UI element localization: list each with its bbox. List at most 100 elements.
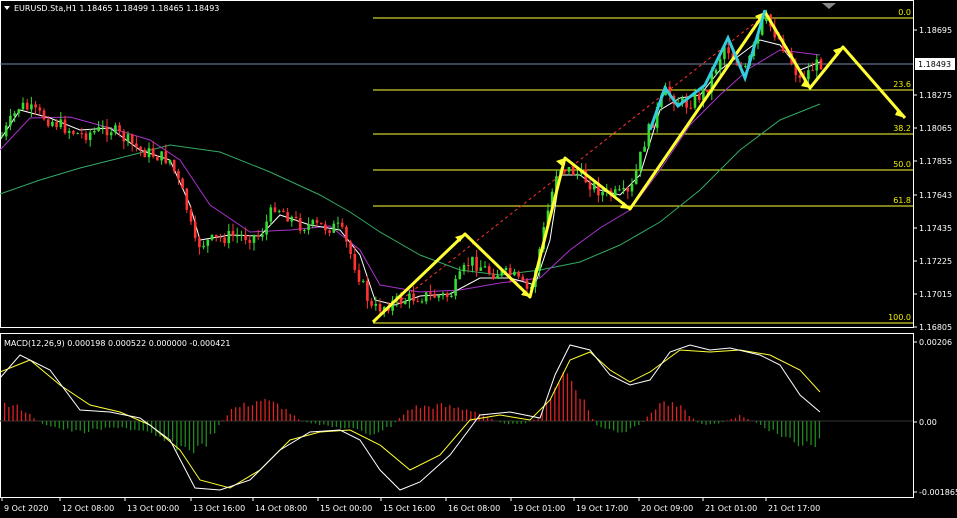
candle-body[interactable] bbox=[282, 210, 285, 213]
candle-body[interactable] bbox=[156, 156, 159, 161]
candle-body[interactable] bbox=[403, 301, 407, 304]
candle-body[interactable] bbox=[357, 269, 361, 282]
candle-body[interactable] bbox=[811, 70, 814, 72]
candle-body[interactable] bbox=[588, 182, 592, 190]
triangle-down-icon[interactable] bbox=[4, 6, 10, 10]
candle-body[interactable] bbox=[252, 235, 256, 243]
candle-body[interactable] bbox=[311, 220, 315, 225]
candle-body[interactable] bbox=[135, 143, 138, 147]
candle-body[interactable] bbox=[55, 121, 58, 128]
candle-body[interactable] bbox=[298, 218, 302, 231]
candle-body[interactable] bbox=[487, 266, 491, 274]
candle-body[interactable] bbox=[408, 293, 411, 302]
candle-body[interactable] bbox=[189, 209, 193, 222]
candle-body[interactable] bbox=[147, 148, 151, 158]
candle-body[interactable] bbox=[303, 229, 306, 231]
candle-body[interactable] bbox=[697, 93, 701, 100]
candle-body[interactable] bbox=[525, 280, 529, 289]
candle-body[interactable] bbox=[622, 188, 625, 190]
candle-body[interactable] bbox=[105, 126, 109, 136]
candle-body[interactable] bbox=[412, 293, 415, 302]
candle-body[interactable] bbox=[630, 184, 634, 192]
candle-body[interactable] bbox=[416, 301, 420, 303]
candle-body[interactable] bbox=[420, 301, 424, 303]
candle-body[interactable] bbox=[718, 59, 722, 70]
candle-body[interactable] bbox=[206, 239, 210, 246]
candle-body[interactable] bbox=[618, 189, 621, 191]
candle-body[interactable] bbox=[46, 119, 50, 126]
candle-body[interactable] bbox=[744, 66, 747, 68]
candle-body[interactable] bbox=[370, 300, 373, 306]
candle-body[interactable] bbox=[25, 102, 29, 110]
candle-body[interactable] bbox=[576, 173, 579, 176]
candle-body[interactable] bbox=[307, 224, 310, 230]
candle-body[interactable] bbox=[202, 245, 205, 248]
candle-body[interactable] bbox=[492, 273, 495, 279]
candle-body[interactable] bbox=[294, 216, 298, 219]
candle-body[interactable] bbox=[261, 234, 264, 237]
candle-body[interactable] bbox=[483, 266, 487, 268]
candle-body[interactable] bbox=[714, 69, 718, 74]
candle-body[interactable] bbox=[219, 236, 222, 238]
candle-body[interactable] bbox=[424, 292, 428, 302]
candle-body[interactable] bbox=[353, 254, 357, 270]
candle-body[interactable] bbox=[441, 293, 445, 296]
candle-body[interactable] bbox=[361, 280, 365, 282]
candle-body[interactable] bbox=[273, 207, 277, 212]
candle-body[interactable] bbox=[227, 230, 231, 244]
candle-body[interactable] bbox=[521, 276, 525, 281]
candle-body[interactable] bbox=[639, 151, 642, 171]
candle-body[interactable] bbox=[429, 292, 432, 294]
candle-body[interactable] bbox=[256, 235, 260, 237]
candle-body[interactable] bbox=[231, 230, 235, 236]
candle-body[interactable] bbox=[30, 104, 33, 110]
candle-body[interactable] bbox=[807, 70, 810, 80]
candle-body[interactable] bbox=[437, 295, 441, 298]
candle-body[interactable] bbox=[13, 113, 16, 116]
candle-body[interactable] bbox=[815, 59, 819, 71]
candle-body[interactable] bbox=[67, 131, 71, 133]
candle-body[interactable] bbox=[563, 169, 567, 172]
candle-body[interactable] bbox=[332, 223, 336, 233]
candle-body[interactable] bbox=[139, 146, 142, 150]
candle-body[interactable] bbox=[185, 188, 189, 210]
candle-body[interactable] bbox=[164, 151, 168, 164]
candle-body[interactable] bbox=[277, 210, 281, 212]
candle-body[interactable] bbox=[235, 235, 239, 237]
candle-body[interactable] bbox=[101, 126, 105, 128]
candle-body[interactable] bbox=[571, 166, 575, 176]
candle-body[interactable] bbox=[193, 221, 197, 239]
candle-body[interactable] bbox=[445, 293, 449, 297]
candle-body[interactable] bbox=[76, 133, 79, 135]
candle-body[interactable] bbox=[269, 207, 273, 222]
candle-body[interactable] bbox=[63, 119, 67, 133]
candle-body[interactable] bbox=[366, 280, 369, 301]
candle-body[interactable] bbox=[42, 110, 46, 120]
candle-body[interactable] bbox=[319, 222, 323, 225]
candle-body[interactable] bbox=[727, 47, 730, 54]
candle-body[interactable] bbox=[454, 278, 457, 296]
candle-body[interactable] bbox=[244, 234, 247, 241]
candle-body[interactable] bbox=[819, 59, 823, 70]
candle-body[interactable] bbox=[689, 107, 693, 109]
candle-body[interactable] bbox=[479, 267, 483, 271]
candle-body[interactable] bbox=[324, 224, 327, 231]
candle-body[interactable] bbox=[130, 134, 134, 144]
candle-body[interactable] bbox=[508, 267, 512, 276]
candle-body[interactable] bbox=[504, 267, 508, 271]
candle-body[interactable] bbox=[93, 130, 96, 133]
candle-body[interactable] bbox=[160, 151, 163, 161]
candlestick-series[interactable] bbox=[0, 9, 823, 317]
candle-body[interactable] bbox=[626, 188, 630, 192]
candle-body[interactable] bbox=[172, 159, 176, 172]
candle-body[interactable] bbox=[240, 234, 243, 236]
candle-body[interactable] bbox=[450, 295, 453, 297]
wave-arrows[interactable] bbox=[371, 10, 907, 324]
candle-body[interactable] bbox=[177, 171, 180, 179]
candle-body[interactable] bbox=[286, 212, 289, 222]
candle-body[interactable] bbox=[471, 256, 474, 266]
candle-body[interactable] bbox=[693, 93, 697, 108]
candle-body[interactable] bbox=[248, 240, 252, 243]
candle-body[interactable] bbox=[462, 265, 466, 272]
candle-body[interactable] bbox=[458, 271, 462, 279]
